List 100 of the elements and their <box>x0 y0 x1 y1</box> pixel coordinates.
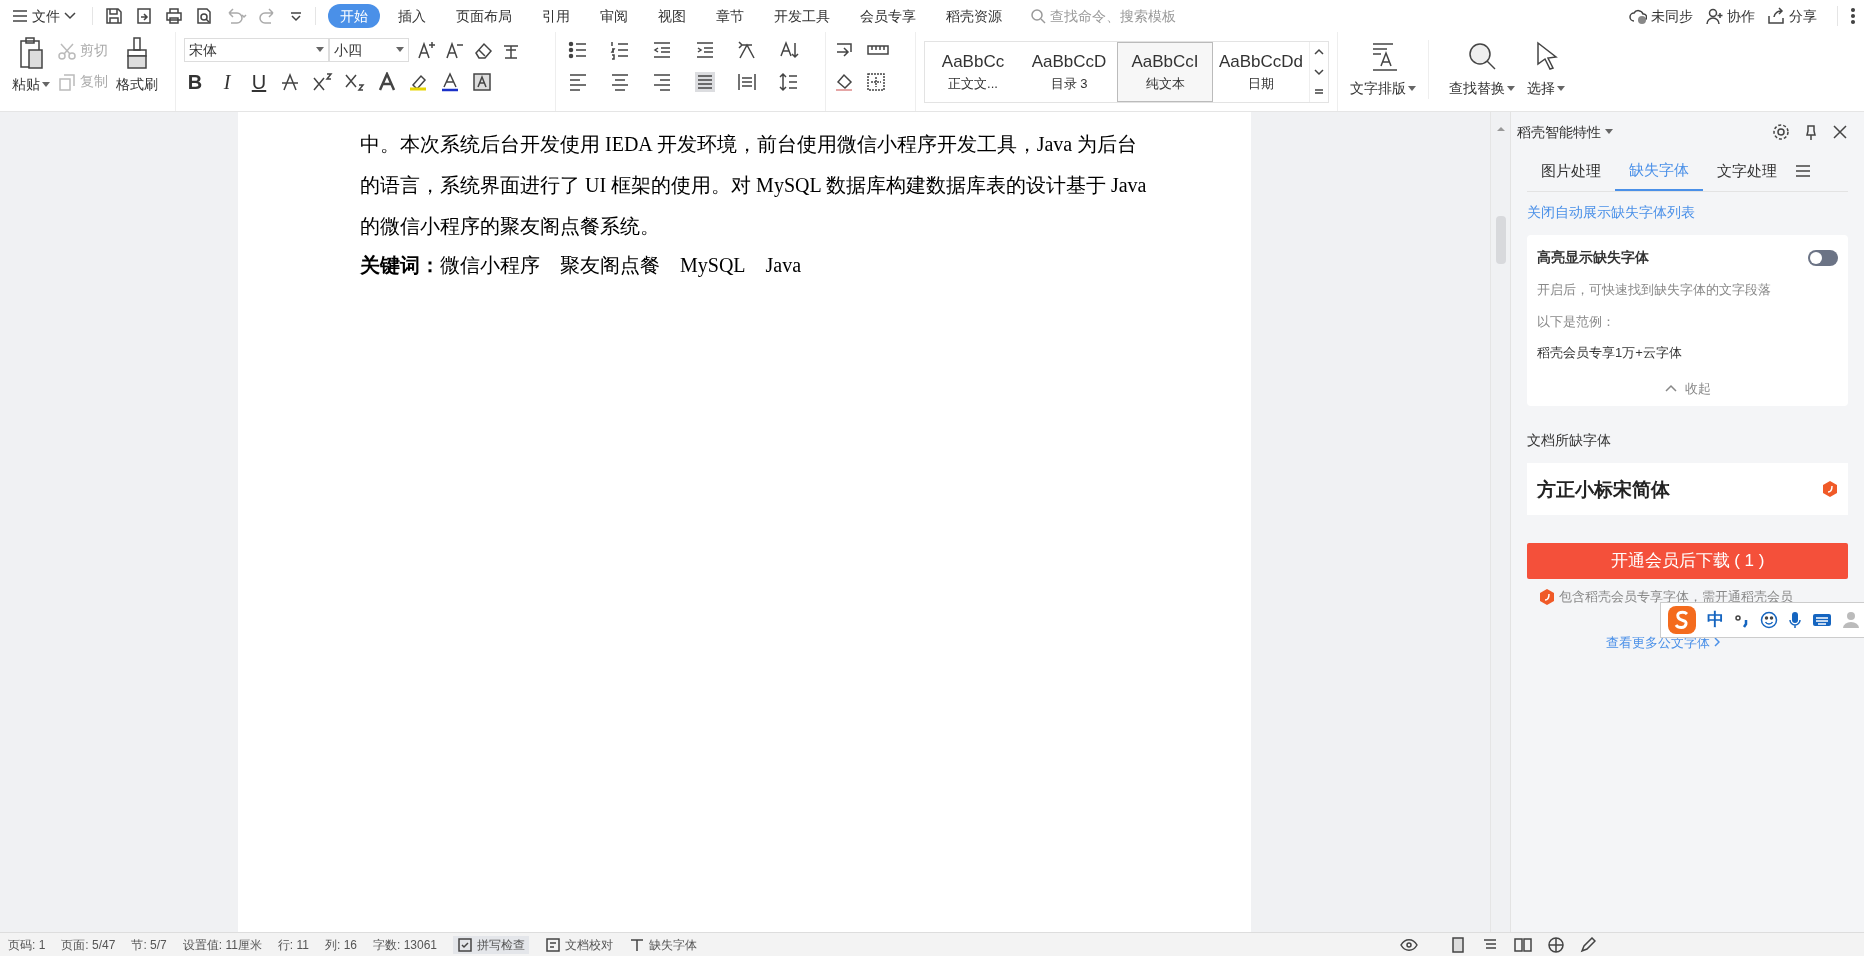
sort-icon[interactable] <box>778 40 799 60</box>
logo-icon[interactable] <box>1667 605 1697 635</box>
panel-title-menu[interactable]: 稻壳智能特性 <box>1517 121 1613 143</box>
collapse-button[interactable]: 收起 <box>1664 378 1711 398</box>
font-list-item[interactable]: 方正小标宋简体 <box>1527 463 1848 515</box>
numbered-list-icon[interactable] <box>610 40 631 60</box>
scroll-down-icon[interactable] <box>1314 67 1324 76</box>
line-spacing-icon[interactable] <box>778 72 799 92</box>
section-heading: 文档所缺字体 <box>1527 431 1612 450</box>
proofread-icon <box>545 936 562 953</box>
font-family-value: 宋体 <box>189 40 217 60</box>
print-icon[interactable] <box>165 7 183 25</box>
keyword: 微信小程序 <box>440 253 540 278</box>
grow-font-icon[interactable] <box>417 40 437 60</box>
font-size-select[interactable]: 小四 <box>329 38 409 62</box>
border-icon[interactable] <box>866 72 886 92</box>
align-left-icon[interactable] <box>568 72 588 92</box>
web-view-icon[interactable] <box>1548 936 1564 953</box>
ribbon-tab[interactable]: 页面布局 <box>444 4 524 28</box>
ribbon-tab[interactable]: 插入 <box>386 4 438 28</box>
ribbon-tab[interactable]: 审阅 <box>588 4 640 28</box>
ribbon-tab[interactable]: 视图 <box>646 4 698 28</box>
ribbon-button[interactable]: 选择 <box>1527 40 1565 99</box>
ribbon-tab[interactable]: 章节 <box>704 4 756 28</box>
ribbon-tab[interactable]: 会员专享 <box>848 4 928 28</box>
status-button[interactable]: 缺失字体 <box>629 935 698 954</box>
subscript-icon[interactable] <box>344 72 366 92</box>
status-button[interactable]: 文档校对 <box>545 935 614 954</box>
style-preset[interactable]: AaBbCcD 目录 3 <box>1021 41 1117 102</box>
punctuation-icon[interactable] <box>1734 612 1750 628</box>
superscript-icon[interactable] <box>312 72 334 92</box>
status-button[interactable]: 拼写检查 <box>453 935 530 954</box>
menu-icon[interactable] <box>1795 164 1811 178</box>
cloud-icon <box>1629 7 1647 25</box>
toolbar-button[interactable]: 分享 <box>1763 5 1821 27</box>
export-icon[interactable] <box>135 7 153 25</box>
italic-button[interactable]: I <box>216 70 238 94</box>
highlight-description: 开启后，可快速找到缺失字体的文字段落 <box>1537 281 1772 299</box>
panel-tab[interactable]: 文字处理 <box>1703 151 1791 191</box>
ribbon-tab[interactable]: 开发工具 <box>762 4 842 28</box>
distributed-icon[interactable] <box>736 72 757 92</box>
character-border-icon[interactable] <box>472 72 492 92</box>
dropdown-icon[interactable] <box>289 9 303 23</box>
style-preset[interactable]: AaBbCc 正文文... <box>925 41 1021 102</box>
example-label: 以下是范例： <box>1537 312 1616 331</box>
person-add-icon <box>1705 7 1723 25</box>
caret-icon <box>1408 85 1416 92</box>
save-icon[interactable] <box>105 7 123 25</box>
brush-icon <box>124 36 150 70</box>
file-menu[interactable]: 文件 <box>8 5 80 27</box>
bullet-list-icon[interactable] <box>568 40 588 60</box>
ribbon-button[interactable]: 文字排版 <box>1350 40 1429 99</box>
increase-indent-icon[interactable] <box>694 40 715 60</box>
format-painter-button[interactable]: 格式刷 <box>116 36 158 95</box>
text-direction-icon[interactable] <box>736 40 757 60</box>
microphone-icon[interactable] <box>1788 611 1802 629</box>
toggle-switch[interactable] <box>1808 249 1838 266</box>
eye-icon[interactable] <box>1400 937 1418 952</box>
print-preview-icon[interactable] <box>195 7 213 25</box>
underline-button[interactable]: U <box>248 70 270 94</box>
ribbon-tab[interactable]: 引用 <box>530 4 582 28</box>
emoji-icon[interactable] <box>1760 611 1778 629</box>
more-icon[interactable] <box>1850 7 1856 25</box>
caret-icon <box>316 47 324 53</box>
close-icon[interactable] <box>1832 124 1848 140</box>
paste-button[interactable]: 粘贴 <box>12 36 50 95</box>
style-preset[interactable]: AaBbCcDd 日期 <box>1213 41 1309 102</box>
font-name: 方正小标宋简体 <box>1537 476 1670 502</box>
share-icon <box>1767 7 1785 25</box>
settings-icon[interactable] <box>1772 123 1790 141</box>
ribbon-tab[interactable]: 稻壳资源 <box>934 4 1014 28</box>
reading-view-icon[interactable] <box>1514 936 1532 953</box>
keyboard-icon[interactable] <box>1812 613 1832 627</box>
align-right-icon[interactable] <box>652 72 673 92</box>
justify-icon[interactable] <box>694 72 715 92</box>
eraser-icon[interactable] <box>473 40 493 60</box>
toolbar-button[interactable]: 协作 <box>1701 5 1759 27</box>
style-preset[interactable]: AaBbCcI 纯文本 <box>1117 41 1213 102</box>
highlight-title: 高亮显示缺失字体 <box>1537 248 1649 267</box>
toolbar-button[interactable]: 未同步 <box>1625 5 1697 27</box>
pen-icon[interactable] <box>1580 936 1596 953</box>
expand-icon[interactable] <box>1314 87 1324 96</box>
shrink-font-icon[interactable] <box>445 40 465 60</box>
input-mode-toggle[interactable]: 中 <box>1707 607 1724 633</box>
bold-button[interactable]: B <box>184 70 206 94</box>
scroll-up-icon[interactable] <box>1314 47 1324 56</box>
align-center-icon[interactable] <box>610 72 631 92</box>
search-field[interactable]: 查找命令、搜索模板 <box>1030 5 1200 27</box>
decrease-indent-icon[interactable] <box>652 40 673 60</box>
caret-icon <box>1557 85 1565 92</box>
text-effect-icon[interactable] <box>376 72 398 92</box>
font-size-value: 小四 <box>334 40 362 60</box>
shading-icon[interactable] <box>834 72 854 92</box>
scrollbar-thumb[interactable] <box>1495 216 1506 264</box>
page-view-icon[interactable] <box>1450 936 1466 953</box>
ribbon-button[interactable]: 查找替换 <box>1449 40 1515 99</box>
chevron-right-icon <box>1713 637 1720 648</box>
panel-tab[interactable]: 图片处理 <box>1527 151 1615 191</box>
caret-icon <box>1605 129 1613 135</box>
font-family-select[interactable]: 宋体 <box>184 38 329 62</box>
